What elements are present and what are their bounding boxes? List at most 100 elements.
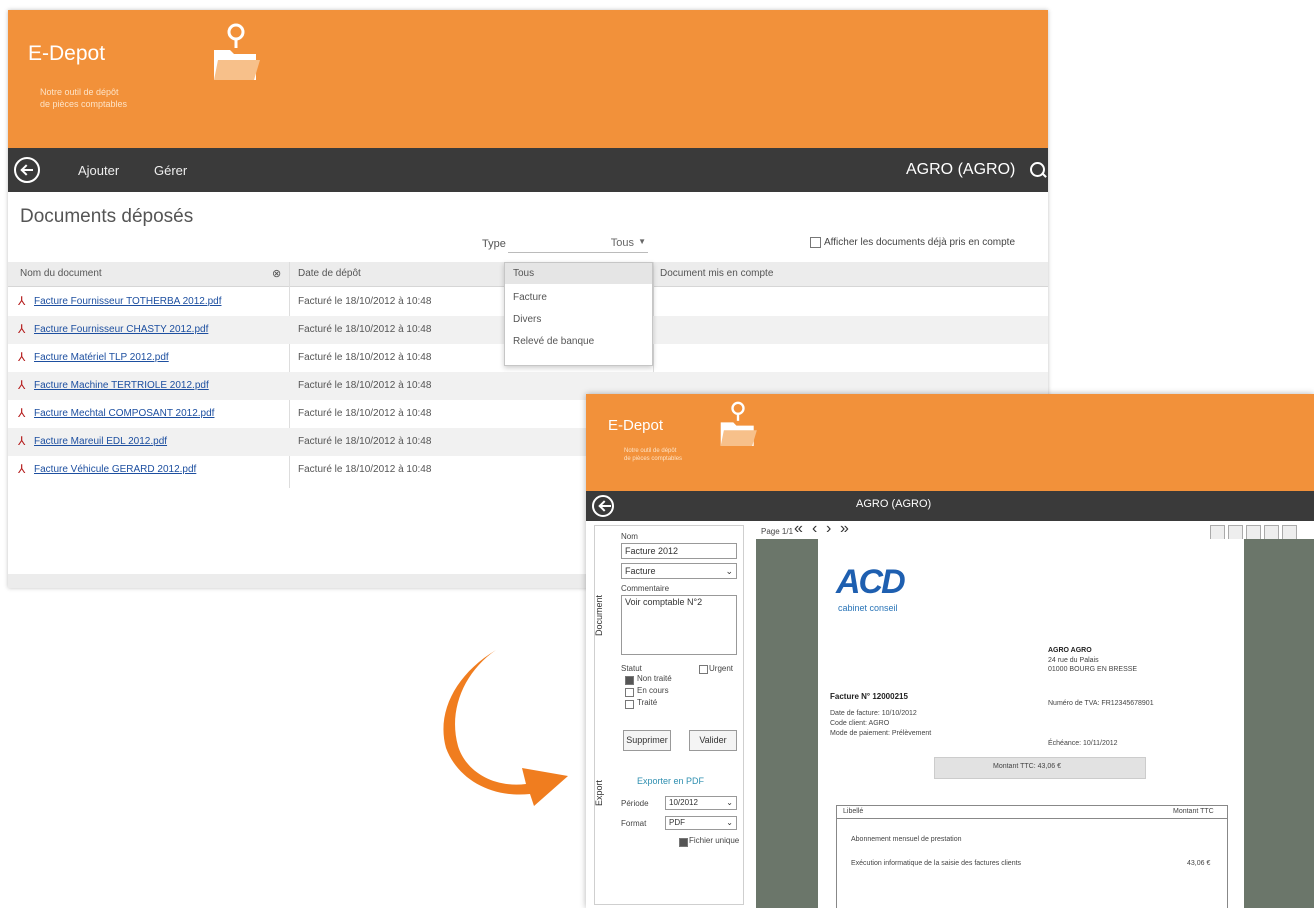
search-icon[interactable]	[1030, 162, 1045, 177]
period-value: 10/2012	[669, 798, 698, 807]
last-page-icon[interactable]: »	[840, 520, 849, 538]
comment-textarea[interactable]: Voir comptable N°2	[621, 595, 737, 655]
show-accounted-label: Afficher les documents déjà pris en comp…	[824, 237, 1016, 248]
invoice-meta: Mode de paiement: Prélèvement	[830, 730, 932, 737]
nav-add-link[interactable]: Ajouter	[78, 163, 119, 178]
back-arrow-icon[interactable]	[592, 495, 614, 517]
pdf-viewer[interactable]: ACD cabinet conseil Facture N° 12000215 …	[756, 539, 1314, 908]
type-select-value: Facture	[625, 566, 656, 576]
zoom-in-icon[interactable]	[1228, 525, 1243, 540]
urgent-label: Urgent	[709, 664, 734, 673]
status-option-label: Traité	[637, 698, 658, 707]
acd-logo: ACD cabinet conseil	[836, 563, 916, 617]
logo-main-text: ACD	[836, 563, 906, 601]
pdf-file-icon: ⅄	[18, 294, 26, 308]
invoice-column-amount: Montant TTC	[1173, 808, 1214, 815]
save-button[interactable]: Valider	[689, 730, 737, 751]
amount-banner: Montant TTC: 43,06 €	[934, 757, 1146, 779]
status-label: Statut	[621, 664, 642, 673]
name-input[interactable]: Facture 2012	[621, 543, 737, 559]
dropdown-option-bank-statement[interactable]: Relevé de banque	[505, 331, 652, 352]
status-option-label: Non traité	[637, 674, 672, 683]
status-option-radio[interactable]	[625, 676, 634, 685]
dropdown-option-misc[interactable]: Divers	[505, 309, 652, 330]
urgent-checkbox[interactable]	[699, 665, 708, 674]
invoice-column-label: Libellé	[843, 808, 864, 815]
deposit-date: Facturé le 18/10/2012 à 10:48	[298, 324, 432, 335]
column-header-accounted[interactable]: Document mis en compte	[660, 262, 773, 286]
pdf-file-icon: ⅄	[18, 406, 26, 420]
page-indicator: Page 1/1	[761, 527, 794, 536]
document-link[interactable]: Facture Fournisseur CHASTY 2012.pdf	[34, 316, 208, 344]
chevron-down-icon: ▼	[638, 237, 646, 246]
document-link[interactable]: Facture Fournisseur TOTHERBA 2012.pdf	[34, 288, 222, 316]
document-link[interactable]: Facture Véhicule GERARD 2012.pdf	[34, 456, 196, 484]
fit-page-icon[interactable]	[1246, 525, 1261, 540]
period-label: Période	[621, 799, 649, 808]
name-label: Nom	[621, 532, 638, 541]
type-select[interactable]: Facture ⌄	[621, 563, 737, 579]
dropdown-option-invoice[interactable]: Facture	[505, 287, 652, 308]
invoice-meta: Code client: AGRO	[830, 720, 890, 727]
status-option-label: En cours	[637, 686, 669, 695]
type-filter-value: Tous	[610, 237, 634, 249]
app-title: E-Depot	[28, 42, 106, 65]
print-icon[interactable]	[1264, 525, 1279, 540]
comment-label: Commentaire	[621, 584, 670, 593]
delete-button[interactable]: Supprimer	[623, 730, 671, 751]
transition-arrow-icon	[443, 650, 568, 806]
next-page-icon[interactable]: ›	[826, 520, 831, 538]
document-link[interactable]: Facture Mareuil EDL 2012.pdf	[34, 428, 167, 456]
app-subtitle-line-2: de pièces comptables	[40, 99, 128, 109]
status-option-radio[interactable]	[625, 700, 634, 709]
back-arrow-icon[interactable]	[14, 157, 40, 183]
pdf-file-icon: ⅄	[18, 434, 26, 448]
show-accounted-checkbox[interactable]	[810, 237, 821, 248]
format-select[interactable]: PDF ⌄	[665, 816, 737, 830]
logo-sub-text: cabinet conseil	[838, 603, 898, 613]
format-value: PDF	[669, 818, 685, 827]
organization-name: AGRO (AGRO)	[906, 161, 1016, 178]
type-filter-select[interactable]: Tous ▼	[508, 236, 648, 253]
dropdown-option-all[interactable]: Tous	[505, 263, 652, 284]
client-vat: Numéro de TVA: FR12345678901	[1048, 700, 1154, 707]
invoice-line-label: Exécution informatique de la saisie des …	[851, 860, 1022, 867]
client-city: 01000 BOURG EN BRESSE	[1048, 666, 1138, 673]
deposit-date: Facturé le 18/10/2012 à 10:48	[298, 352, 432, 363]
detail-navbar: AGRO (AGRO)	[586, 491, 1314, 521]
app-subtitle-line-1: Notre outil de dépôt	[624, 448, 677, 454]
invoice-lines-table: Libellé Montant TTC Abonnement mensuel d…	[836, 805, 1228, 908]
app-title: E-Depot	[608, 417, 664, 434]
deposit-date: Facturé le 18/10/2012 à 10:48	[298, 380, 432, 391]
document-link[interactable]: Facture Matériel TLP 2012.pdf	[34, 344, 169, 372]
invoice-title: Facture N° 12000215	[830, 692, 908, 701]
previous-page-icon[interactable]: ‹	[812, 520, 817, 538]
first-page-icon[interactable]: «	[794, 520, 803, 538]
client-name: AGRO AGRO	[1048, 647, 1092, 654]
document-link[interactable]: Facture Machine TERTRIOLE 2012.pdf	[34, 372, 209, 400]
zoom-out-icon[interactable]	[1210, 525, 1225, 540]
pdf-file-icon: ⅄	[18, 322, 26, 336]
nav-manage-link[interactable]: Gérer	[154, 163, 187, 178]
deposit-date: Facturé le 18/10/2012 à 10:48	[298, 436, 432, 447]
export-title: Exporter en PDF	[637, 776, 705, 786]
status-option-radio[interactable]	[625, 688, 634, 697]
format-label: Format	[621, 819, 647, 828]
single-file-checkbox[interactable]	[679, 838, 688, 847]
document-tab[interactable]: Document	[594, 595, 604, 636]
main-navbar: Ajouter Gérer AGRO (AGRO)	[8, 148, 1048, 192]
column-header-name[interactable]: Nom du document	[20, 262, 102, 286]
due-date: Échéance: 10/11/2012	[1048, 740, 1118, 747]
document-detail-window: E-Depot Notre outil de dépôt de pièces c…	[586, 394, 1314, 908]
type-dropdown-menu[interactable]: Tous Facture Divers Relevé de banque	[504, 262, 653, 366]
download-icon[interactable]	[1282, 525, 1297, 540]
document-link[interactable]: Facture Mechtal COMPOSANT 2012.pdf	[34, 400, 214, 428]
filter-icon[interactable]: ⊗	[272, 262, 281, 286]
app-banner: E-Depot Notre outil de dépôt de pièces c…	[8, 10, 1048, 148]
type-filter-label: Type	[482, 238, 506, 250]
period-select[interactable]: 10/2012 ⌄	[665, 796, 737, 810]
page-title: Documents déposés	[20, 206, 194, 227]
column-header-date[interactable]: Date de dépôt	[298, 262, 361, 286]
chevron-down-icon: ⌄	[726, 798, 733, 807]
export-tab[interactable]: Export	[594, 780, 604, 806]
